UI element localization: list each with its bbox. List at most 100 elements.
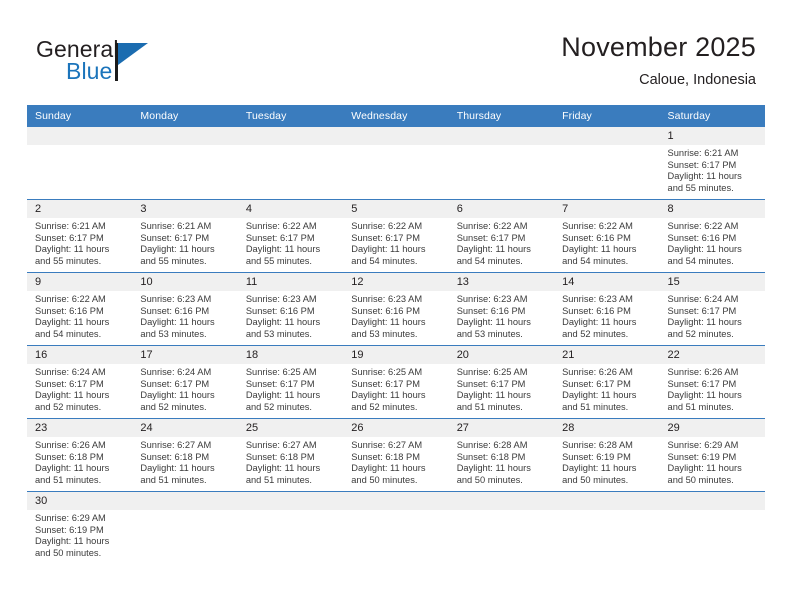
day-number: 2 xyxy=(27,200,133,218)
calendar-week-row: 23 Sunrise: 6:26 AM Sunset: 6:18 PM Dayligh… xyxy=(27,418,765,492)
brand-logo: General Blue xyxy=(36,36,256,88)
calendar-cell-day-1[interactable]: 1 Sunrise: 6:21 AM Sunset: 6:17 PM Daylight… xyxy=(659,127,765,200)
day-info-daylight-2: and 50 minutes. xyxy=(456,474,523,485)
calendar-cell-day-23[interactable]: 23 Sunrise: 6:26 AM Sunset: 6:18 PM Dayligh… xyxy=(27,418,133,492)
day-info: Sunrise: 6:22 AM Sunset: 6:17 PM Daylight:… xyxy=(449,218,554,267)
day-info-sunrise: Sunrise: 6:24 AM xyxy=(35,367,106,377)
day-info-daylight-1: Daylight: 11 hours xyxy=(351,463,426,474)
calendar-cell-day-13[interactable]: 13 Sunrise: 6:23 AM Sunset: 6:16 PM Dayligh… xyxy=(448,272,555,346)
day-info-daylight-1: Daylight: 11 hours xyxy=(667,171,742,182)
day-number: 18 xyxy=(237,346,344,364)
calendar-cell-empty xyxy=(343,491,449,564)
day-info-daylight-2: and 52 minutes. xyxy=(351,401,418,412)
day-info-daylight-1: Daylight: 11 hours xyxy=(667,317,742,328)
calendar-page: General Blue November 2025 Caloue, Indon… xyxy=(0,0,792,612)
day-box-empty xyxy=(448,492,555,564)
day-box: 7 Sunrise: 6:22 AM Sunset: 6:16 PM Daylight… xyxy=(554,200,660,272)
day-info: Sunrise: 6:27 AM Sunset: 6:18 PM Daylight:… xyxy=(132,437,237,486)
day-info-sunrise: Sunrise: 6:23 AM xyxy=(562,294,633,304)
day-info-sunset: Sunset: 6:19 PM xyxy=(35,524,104,535)
calendar-cell-day-15[interactable]: 15 Sunrise: 6:24 AM Sunset: 6:17 PM Dayligh… xyxy=(659,272,765,346)
day-info-daylight-1: Daylight: 11 hours xyxy=(562,244,637,255)
calendar-cell-day-20[interactable]: 20 Sunrise: 6:25 AM Sunset: 6:17 PM Dayligh… xyxy=(448,345,555,419)
calendar-cell-day-30[interactable]: 30 Sunrise: 6:29 AM Sunset: 6:19 PM Dayligh… xyxy=(27,491,133,564)
day-info: Sunrise: 6:23 AM Sunset: 6:16 PM Daylight:… xyxy=(132,291,237,340)
day-number: 5 xyxy=(343,200,449,218)
day-number-band xyxy=(27,127,133,145)
day-number: 15 xyxy=(659,273,765,291)
calendar-table: Sunday Monday Tuesday Wednesday Thursday Frid… xyxy=(27,105,765,564)
calendar-cell-empty xyxy=(237,127,344,200)
calendar-cell-day-21[interactable]: 21 Sunrise: 6:26 AM Sunset: 6:17 PM Dayligh… xyxy=(554,345,660,419)
day-info: Sunrise: 6:23 AM Sunset: 6:16 PM Daylight:… xyxy=(238,291,343,340)
day-box: 11 Sunrise: 6:23 AM Sunset: 6:16 PM Dayligh… xyxy=(237,273,344,345)
day-info: Sunrise: 6:21 AM Sunset: 6:17 PM Daylight:… xyxy=(660,145,765,194)
calendar-cell-day-19[interactable]: 19 Sunrise: 6:25 AM Sunset: 6:17 PM Dayligh… xyxy=(343,345,449,419)
day-info-daylight-1: Daylight: 11 hours xyxy=(35,390,110,401)
page-title: November 2025 xyxy=(561,32,756,62)
calendar-cell-day-26[interactable]: 26 Sunrise: 6:27 AM Sunset: 6:18 PM Dayligh… xyxy=(343,418,449,492)
day-info: Sunrise: 6:28 AM Sunset: 6:19 PM Daylight:… xyxy=(554,437,659,486)
calendar-cell-day-3[interactable]: 3 Sunrise: 6:21 AM Sunset: 6:17 PM Daylight… xyxy=(132,199,238,273)
calendar-cell-day-25[interactable]: 25 Sunrise: 6:27 AM Sunset: 6:18 PM Dayligh… xyxy=(237,418,344,492)
calendar-cell-empty xyxy=(448,491,555,564)
day-info-sunrise: Sunrise: 6:27 AM xyxy=(351,440,423,450)
day-box: 26 Sunrise: 6:27 AM Sunset: 6:18 PM Dayligh… xyxy=(343,419,449,491)
day-number: 6 xyxy=(448,200,555,218)
day-info: Sunrise: 6:25 AM Sunset: 6:17 PM Daylight:… xyxy=(343,364,448,413)
calendar-cell-day-17[interactable]: 17 Sunrise: 6:24 AM Sunset: 6:17 PM Dayligh… xyxy=(132,345,238,419)
calendar-cell-day-24[interactable]: 24 Sunrise: 6:27 AM Sunset: 6:18 PM Dayligh… xyxy=(132,418,238,492)
calendar-body: 1 Sunrise: 6:21 AM Sunset: 6:17 PM Daylight… xyxy=(27,127,765,564)
calendar-cell-day-4[interactable]: 4 Sunrise: 6:22 AM Sunset: 6:17 PM Daylight… xyxy=(237,199,344,273)
calendar-cell-empty xyxy=(132,127,238,200)
day-info-daylight-2: and 55 minutes. xyxy=(245,255,312,266)
day-box-empty xyxy=(237,127,344,199)
day-box-empty xyxy=(659,492,765,564)
calendar-cell-day-14[interactable]: 14 Sunrise: 6:23 AM Sunset: 6:16 PM Dayligh… xyxy=(554,272,660,346)
day-info-daylight-2: and 51 minutes. xyxy=(245,474,312,485)
calendar-cell-day-16[interactable]: 16 Sunrise: 6:24 AM Sunset: 6:17 PM Dayligh… xyxy=(27,345,133,419)
day-box-empty xyxy=(27,127,133,199)
day-info-daylight-1: Daylight: 11 hours xyxy=(140,390,215,401)
day-box-empty xyxy=(132,492,238,564)
day-info-daylight-1: Daylight: 11 hours xyxy=(245,317,321,328)
day-number-band xyxy=(132,492,238,510)
calendar-cell-day-12[interactable]: 12 Sunrise: 6:23 AM Sunset: 6:16 PM Dayligh… xyxy=(343,272,449,346)
calendar-cell-day-7[interactable]: 7 Sunrise: 6:22 AM Sunset: 6:16 PM Daylight… xyxy=(554,199,660,273)
calendar-cell-day-5[interactable]: 5 Sunrise: 6:22 AM Sunset: 6:17 PM Daylight… xyxy=(343,199,449,273)
day-info: Sunrise: 6:23 AM Sunset: 6:16 PM Daylight:… xyxy=(343,291,448,340)
calendar-cell-day-9[interactable]: 9 Sunrise: 6:22 AM Sunset: 6:16 PM Daylight… xyxy=(27,272,133,346)
day-info-sunset: Sunset: 6:18 PM xyxy=(35,451,104,462)
calendar-cell-day-8[interactable]: 8 Sunrise: 6:22 AM Sunset: 6:16 PM Daylight… xyxy=(659,199,765,273)
day-info-daylight-1: Daylight: 11 hours xyxy=(667,244,742,255)
day-info-sunrise: Sunrise: 6:26 AM xyxy=(562,367,633,377)
calendar-cell-day-29[interactable]: 29 Sunrise: 6:29 AM Sunset: 6:19 PM Dayligh… xyxy=(659,418,765,492)
day-info-daylight-1: Daylight: 11 hours xyxy=(456,463,531,474)
day-box: 5 Sunrise: 6:22 AM Sunset: 6:17 PM Daylight… xyxy=(343,200,449,272)
day-info-sunset: Sunset: 6:17 PM xyxy=(456,378,526,389)
calendar-cell-day-28[interactable]: 28 Sunrise: 6:28 AM Sunset: 6:19 PM Dayligh… xyxy=(554,418,660,492)
day-info-sunset: Sunset: 6:18 PM xyxy=(456,451,526,462)
day-info-daylight-1: Daylight: 11 hours xyxy=(456,390,531,401)
day-box: 27 Sunrise: 6:28 AM Sunset: 6:18 PM Dayligh… xyxy=(448,419,555,491)
day-number: 17 xyxy=(132,346,238,364)
calendar-cell-day-27[interactable]: 27 Sunrise: 6:28 AM Sunset: 6:18 PM Dayligh… xyxy=(448,418,555,492)
calendar-cell-day-11[interactable]: 11 Sunrise: 6:23 AM Sunset: 6:16 PM Dayligh… xyxy=(237,272,344,346)
day-info-daylight-1: Daylight: 11 hours xyxy=(351,390,426,401)
day-box: 3 Sunrise: 6:21 AM Sunset: 6:17 PM Daylight… xyxy=(132,200,238,272)
calendar-cell-day-22[interactable]: 22 Sunrise: 6:26 AM Sunset: 6:17 PM Dayligh… xyxy=(659,345,765,419)
day-number: 8 xyxy=(659,200,765,218)
page-subtitle: Caloue, Indonesia xyxy=(639,72,756,88)
calendar-cell-day-10[interactable]: 10 Sunrise: 6:23 AM Sunset: 6:16 PM Dayligh… xyxy=(132,272,238,346)
calendar-cell-day-2[interactable]: 2 Sunrise: 6:21 AM Sunset: 6:17 PM Daylight… xyxy=(27,199,133,273)
weekday-header-wednesday: Wednesday xyxy=(343,105,449,127)
calendar-cell-day-18[interactable]: 18 Sunrise: 6:25 AM Sunset: 6:17 PM Dayligh… xyxy=(237,345,344,419)
day-info-daylight-2: and 52 minutes. xyxy=(35,401,102,412)
day-info: Sunrise: 6:25 AM Sunset: 6:17 PM Daylight:… xyxy=(238,364,343,413)
day-number: 24 xyxy=(132,419,238,437)
day-info-daylight-1: Daylight: 11 hours xyxy=(35,463,110,474)
day-info-sunrise: Sunrise: 6:28 AM xyxy=(456,440,528,450)
day-info-daylight-1: Daylight: 11 hours xyxy=(35,244,110,255)
calendar-cell-day-6[interactable]: 6 Sunrise: 6:22 AM Sunset: 6:17 PM Daylight… xyxy=(448,199,555,273)
day-info: Sunrise: 6:27 AM Sunset: 6:18 PM Daylight:… xyxy=(343,437,448,486)
